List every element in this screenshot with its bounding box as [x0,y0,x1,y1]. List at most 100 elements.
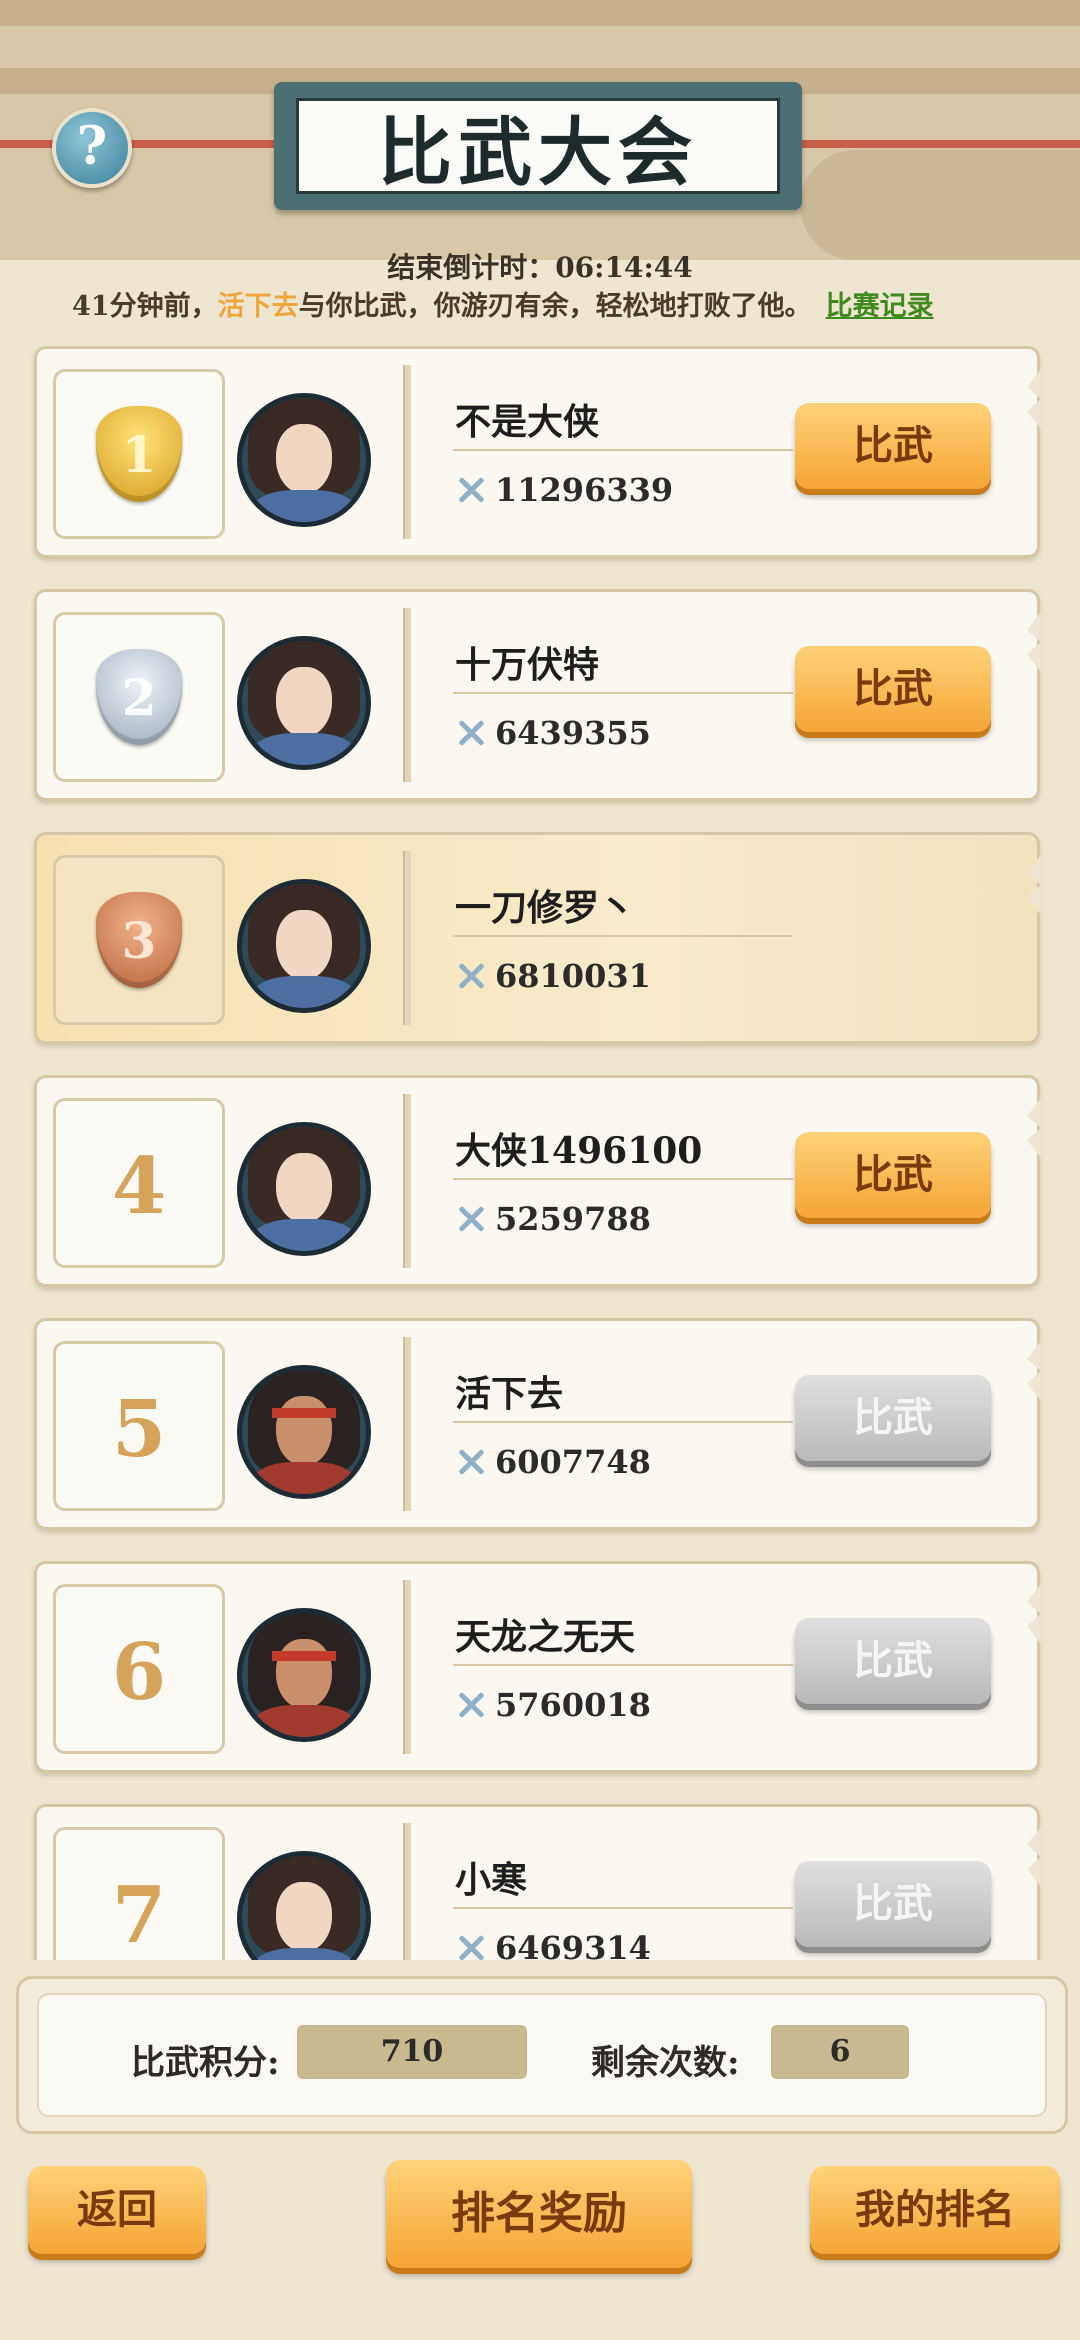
player-name: 不是大侠 [455,401,600,443]
player-name: 小寒 [455,1859,528,1901]
challenge-button[interactable]: 比武 [795,646,991,732]
combat-power-value: 6469314 [495,1929,651,1960]
title-plate: 比武大会 [274,82,802,210]
bronze-medal-icon: 3 [96,892,182,988]
crossed-swords-icon [455,960,487,992]
my-rank-button[interactable]: 我的排名 [810,2166,1060,2254]
crossed-swords-icon [455,1932,487,1960]
combat-power-value: 11296339 [495,471,674,509]
remaining-value: 6 [771,2025,909,2079]
battle-news: 41分钟前，活下去与你比武，你游刃有余，轻松地打败了他。 比赛记录 [72,284,934,323]
combat-power-value: 6810031 [495,957,651,995]
crossed-swords-icon [455,474,487,506]
combat-power-value: 6007748 [495,1443,651,1481]
score-panel: 比武积分: 710 剩余次数: 6 [16,1976,1068,2134]
challenge-button[interactable]: 比武 [795,403,991,489]
card-divider [403,851,411,1025]
rank-badge: 4 [53,1098,225,1268]
card-divider [403,365,411,539]
ranking-row: 5 活下去 6007748 比武 [34,1318,1041,1530]
name-underline [453,1664,793,1666]
player-name: 活下去 [455,1373,564,1415]
news-message: 与你比武，你游刃有余，轻松地打败了他。 [298,291,812,322]
player-avatar[interactable] [237,1851,371,1960]
card-divider [403,1823,411,1960]
challenge-button[interactable]: 比武 [795,1861,991,1947]
name-underline [453,1178,793,1180]
crossed-swords-icon [455,1446,487,1478]
remaining-label: 剩余次数: [591,2043,740,2083]
rank-badge: 6 [53,1584,225,1754]
help-icon[interactable]: ? [52,108,132,188]
header-stripe [0,0,1080,26]
player-name: 天龙之无天 [455,1616,636,1658]
player-avatar[interactable] [237,636,371,770]
card-divider [403,608,411,782]
rank-reward-button[interactable]: 排名奖励 [386,2160,692,2268]
rank-badge: 1 [53,369,225,539]
back-button[interactable]: 返回 [28,2166,206,2254]
ranking-row: 1 不是大侠 11296339 比武 [34,346,1041,558]
card-divider [403,1580,411,1754]
ranking-row: 2 十万伏特 6439355 比武 [34,589,1041,801]
name-underline [453,1421,793,1423]
score-panel-inner: 比武积分: 710 剩余次数: 6 [37,1993,1047,2117]
card-notch [1027,1584,1041,1644]
name-underline [453,449,793,451]
silver-medal-icon: 2 [96,649,182,745]
crossed-swords-icon [455,1203,487,1235]
player-avatar[interactable] [237,1608,371,1742]
card-divider [403,1094,411,1268]
ranking-row: 3 一刀修罗丶 6810031 [34,832,1041,1044]
rank-badge: 3 [53,855,225,1025]
rank-badge: 7 [53,1827,225,1960]
news-time: 41分钟前， [72,291,218,322]
combat-power-value: 5259788 [495,1200,651,1238]
cloud-decoration [800,150,1080,260]
name-underline [453,935,793,937]
combat-power: 6439355 [455,714,651,752]
player-avatar[interactable] [237,1365,371,1499]
crossed-swords-icon [455,717,487,749]
rank-number: 5 [111,1384,167,1475]
combat-power: 6007748 [455,1443,651,1481]
rank-number: 4 [111,1141,167,1232]
player-avatar[interactable] [237,393,371,527]
combat-power-value: 6439355 [495,714,651,752]
name-underline [453,1907,793,1909]
card-notch [1027,1341,1041,1401]
rank-badge: 5 [53,1341,225,1511]
challenge-button[interactable]: 比武 [795,1618,991,1704]
challenge-button[interactable]: 比武 [795,1132,991,1218]
points-label: 比武积分: [131,2043,280,2083]
player-avatar[interactable] [237,879,371,1013]
crossed-swords-icon [455,1689,487,1721]
rank-number: 7 [111,1870,167,1960]
combat-power: 6469314 [455,1929,651,1960]
card-notch [1027,612,1041,672]
combat-power-value: 5760018 [495,1686,651,1724]
combat-power: 5259788 [455,1200,651,1238]
countdown-timer: 结束倒计时：06:14:44 [387,251,693,284]
ranking-list[interactable]: 1 不是大侠 11296339 比武 2 十万伏特 6439355 比武 3 一刀修罗丶 68100… [0,346,1080,1960]
points-value: 710 [297,2025,527,2079]
player-name: 大侠1496100 [455,1130,703,1172]
card-notch [1027,855,1041,915]
ranking-row: 7 小寒 6469314 比武 [34,1804,1041,1960]
card-notch [1027,369,1041,429]
match-record-link[interactable]: 比赛记录 [826,291,934,322]
player-name: 十万伏特 [455,644,600,686]
card-divider [403,1337,411,1511]
card-notch [1027,1098,1041,1158]
player-name: 一刀修罗丶 [455,887,636,929]
challenge-button[interactable]: 比武 [795,1375,991,1461]
name-underline [453,692,793,694]
gold-medal-icon: 1 [96,406,182,502]
combat-power: 5760018 [455,1686,651,1724]
combat-power: 11296339 [455,471,673,509]
player-avatar[interactable] [237,1122,371,1256]
page-title: 比武大会 [296,98,780,196]
card-notch [1027,1827,1041,1887]
combat-power: 6810031 [455,957,651,995]
rank-badge: 2 [53,612,225,782]
